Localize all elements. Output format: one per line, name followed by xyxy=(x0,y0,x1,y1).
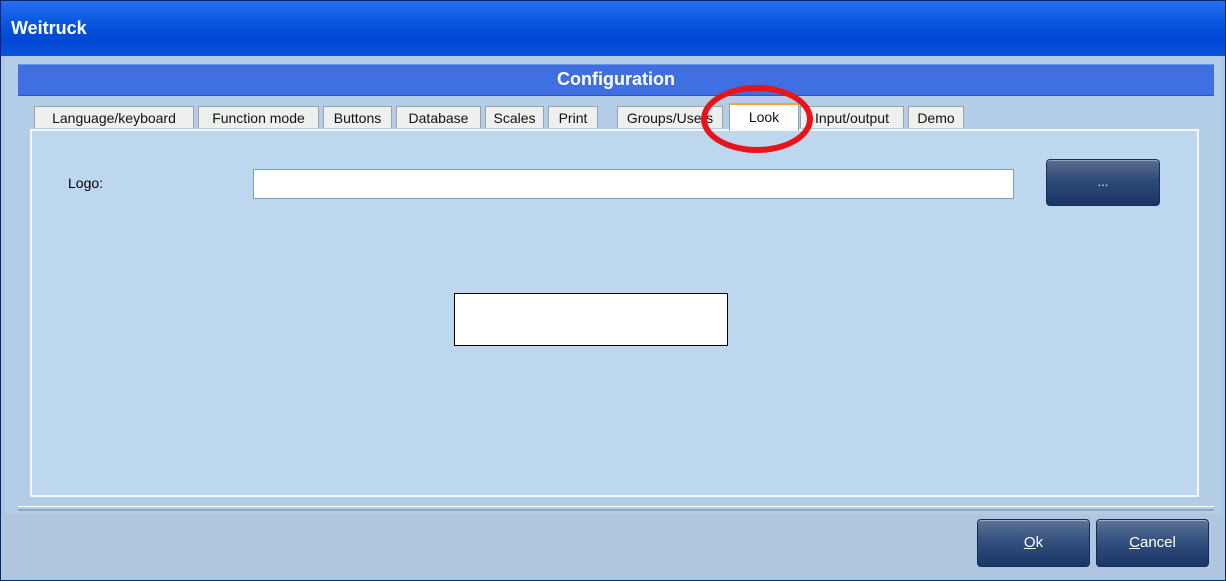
tab-demo[interactable]: Demo xyxy=(908,106,964,128)
window-title: Weitruck xyxy=(11,18,87,38)
footer-bar: Ok Cancel xyxy=(5,514,1221,576)
tab-scales[interactable]: Scales xyxy=(485,106,544,128)
look-tab-panel: Logo: ... xyxy=(30,129,1199,497)
separator-line xyxy=(18,509,1214,511)
title-bar[interactable]: Weitruck xyxy=(1,1,1225,56)
configuration-header: Configuration xyxy=(18,64,1214,96)
browse-logo-button[interactable]: ... xyxy=(1046,159,1160,206)
tab-database[interactable]: Database xyxy=(396,106,481,128)
separator-highlight xyxy=(18,506,1214,507)
tab-input-output[interactable]: Input/output xyxy=(800,106,904,128)
tab-language-keyboard[interactable]: Language/keyboard xyxy=(34,106,194,128)
tab-buttons[interactable]: Buttons xyxy=(323,106,392,128)
cancel-button[interactable]: Cancel xyxy=(1096,519,1209,567)
logo-path-input[interactable] xyxy=(253,169,1014,199)
tab-function-mode[interactable]: Function mode xyxy=(198,106,319,128)
logo-preview xyxy=(454,293,728,346)
ok-button[interactable]: Ok xyxy=(977,519,1090,567)
ok-label-rest: k xyxy=(1035,534,1044,551)
tab-look[interactable]: Look xyxy=(729,103,799,131)
configuration-title: Configuration xyxy=(557,69,675,89)
client-area: Configuration Language/keyboard Function… xyxy=(5,56,1221,576)
configuration-window: Weitruck Configuration Language/keyboard… xyxy=(0,0,1226,581)
cancel-mnemonic: C xyxy=(1129,534,1140,551)
tab-groups-users[interactable]: Groups/Users xyxy=(617,106,723,128)
cancel-label-rest: ancel xyxy=(1139,534,1176,551)
logo-label: Logo: xyxy=(68,175,104,191)
ok-mnemonic: O xyxy=(1023,534,1036,551)
tab-print[interactable]: Print xyxy=(548,106,598,128)
